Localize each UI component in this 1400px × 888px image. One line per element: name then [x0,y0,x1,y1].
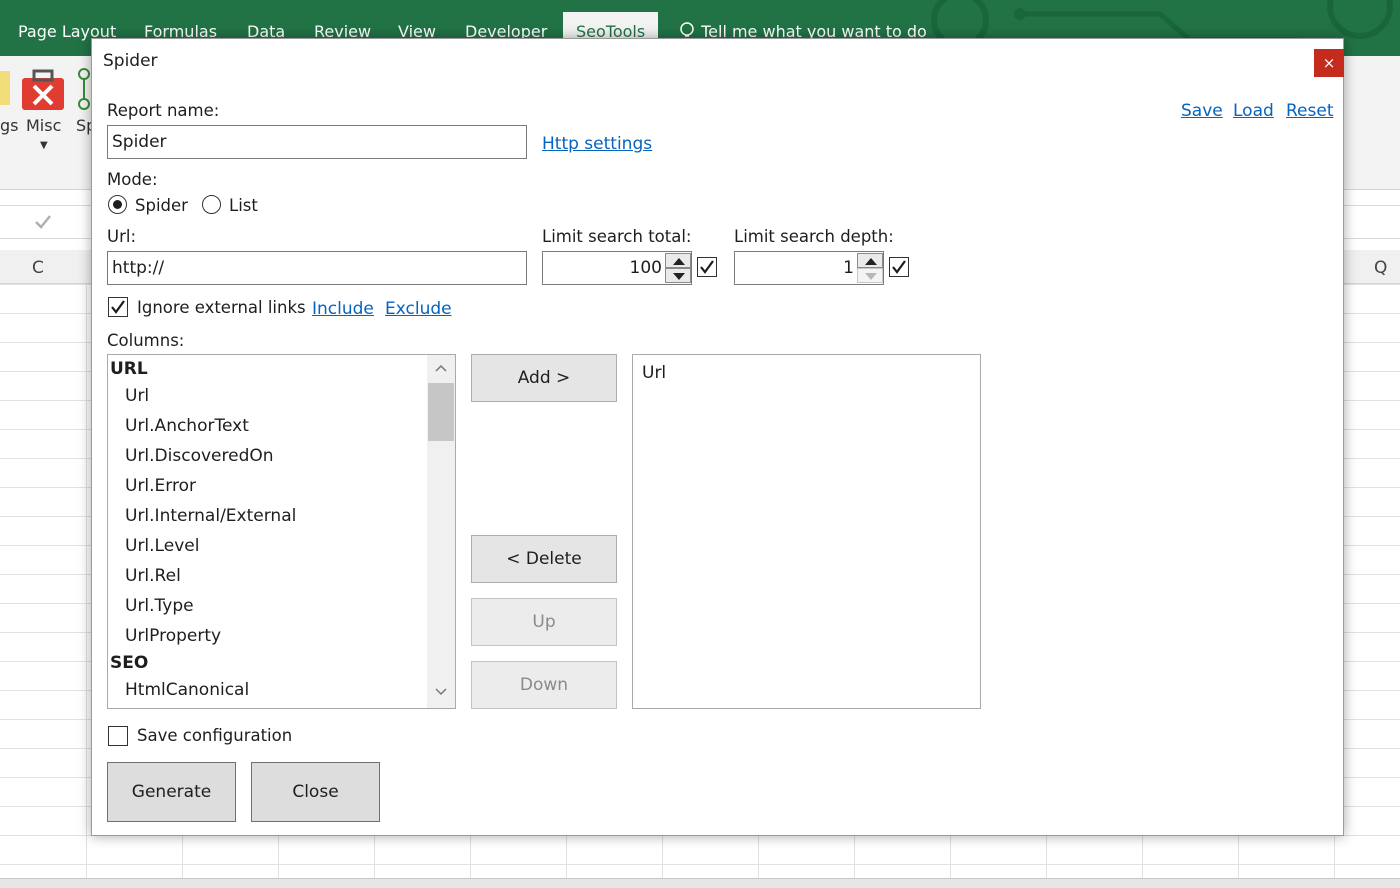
column-list-item[interactable]: UrlProperty [125,626,221,646]
url-input[interactable] [107,251,527,285]
ribbon-misc-label[interactable]: Misc [26,116,61,135]
chevron-down-icon[interactable]: ▼ [40,140,48,151]
columns-label: Columns: [107,331,185,350]
column-list-item[interactable]: HtmlCanonical [125,680,249,700]
spin-up-button[interactable] [665,253,691,268]
mode-spider-radio[interactable] [108,195,127,214]
checkmark-icon[interactable] [34,214,52,230]
column-list-item[interactable]: Url.Error [125,476,196,496]
column-header-q[interactable]: Q [1374,258,1387,278]
folder-icon [0,71,10,105]
include-link[interactable]: Include [312,299,374,319]
limit-total-label: Limit search total: [542,227,692,246]
scrollbar-thumb[interactable] [428,383,454,441]
misc-toolbox-icon[interactable] [20,68,66,112]
column-list-item[interactable]: Url.DiscoveredOn [125,446,274,466]
selected-columns-list[interactable]: Url [632,354,981,709]
spider-dialog: Spider × Report name: Http settings Save… [91,38,1344,836]
close-icon[interactable]: × [1314,49,1344,77]
selected-column-item[interactable]: Url [642,363,666,383]
generate-button[interactable]: Generate [107,762,236,822]
caret-down-icon [865,273,877,280]
column-group-header: URL [110,359,148,379]
mode-list-radio[interactable] [202,195,221,214]
spin-down-button[interactable] [857,268,883,283]
column-list-item[interactable]: Url.Type [125,596,194,616]
add-button[interactable]: Add > [471,354,617,402]
limit-depth-label: Limit search depth: [734,227,894,246]
column-group-header: SEO [110,653,149,673]
checkmark-icon [892,260,906,274]
column-list-item[interactable]: Url.Rel [125,566,181,586]
exclude-link[interactable]: Exclude [385,299,452,319]
load-link[interactable]: Load [1233,101,1274,121]
ribbon-group-partial-left: gs [0,116,19,135]
chevron-down-icon[interactable] [435,688,447,696]
dialog-title: Spider [103,51,158,71]
caret-down-icon [673,273,685,280]
mode-label: Mode: [107,170,158,189]
mode-list-label[interactable]: List [229,196,258,215]
spin-down-button[interactable] [665,268,691,283]
save-configuration-checkbox[interactable] [108,726,128,746]
checkmark-icon [700,260,714,274]
down-button[interactable]: Down [471,661,617,709]
spider-icon[interactable] [76,66,92,112]
column-list-item[interactable]: Url [125,386,149,406]
limit-depth-input[interactable] [735,252,857,284]
url-label: Url: [107,227,137,246]
caret-up-icon [865,258,877,265]
status-bar [0,878,1400,888]
save-link[interactable]: Save [1181,101,1223,121]
ignore-external-label[interactable]: Ignore external links [137,298,306,317]
delete-button[interactable]: < Delete [471,535,617,583]
limit-total-input[interactable] [543,252,665,284]
spin-up-button[interactable] [857,253,883,268]
http-settings-link[interactable]: Http settings [542,134,652,154]
caret-up-icon [673,258,685,265]
report-name-label: Report name: [107,101,220,120]
up-button[interactable]: Up [471,598,617,646]
column-header-c[interactable]: C [32,258,44,278]
limit-depth-spinner[interactable] [734,251,884,285]
list-scrollbar[interactable] [427,355,455,708]
limit-depth-spin-buttons[interactable] [857,252,883,284]
limit-total-spin-buttons[interactable] [665,252,691,284]
ignore-external-checkbox[interactable] [108,297,128,317]
column-list-item[interactable]: Url.Level [125,536,199,556]
column-list-item[interactable]: Url.Internal/External [125,506,296,526]
column-list-item[interactable]: Url.AnchorText [125,416,249,436]
mode-spider-label[interactable]: Spider [135,196,188,215]
chevron-up-icon[interactable] [435,364,447,372]
reset-link[interactable]: Reset [1286,101,1334,121]
limit-total-checkbox[interactable] [697,257,717,277]
checkmark-icon [111,300,125,314]
limit-total-spinner[interactable] [542,251,692,285]
limit-depth-checkbox[interactable] [889,257,909,277]
available-columns-list[interactable]: URL Url Url.AnchorText Url.DiscoveredOn Url.… [107,354,456,709]
close-button[interactable]: Close [251,762,380,822]
radio-selected-dot [113,200,122,209]
report-name-input[interactable] [107,125,527,159]
save-configuration-label[interactable]: Save configuration [137,726,292,745]
